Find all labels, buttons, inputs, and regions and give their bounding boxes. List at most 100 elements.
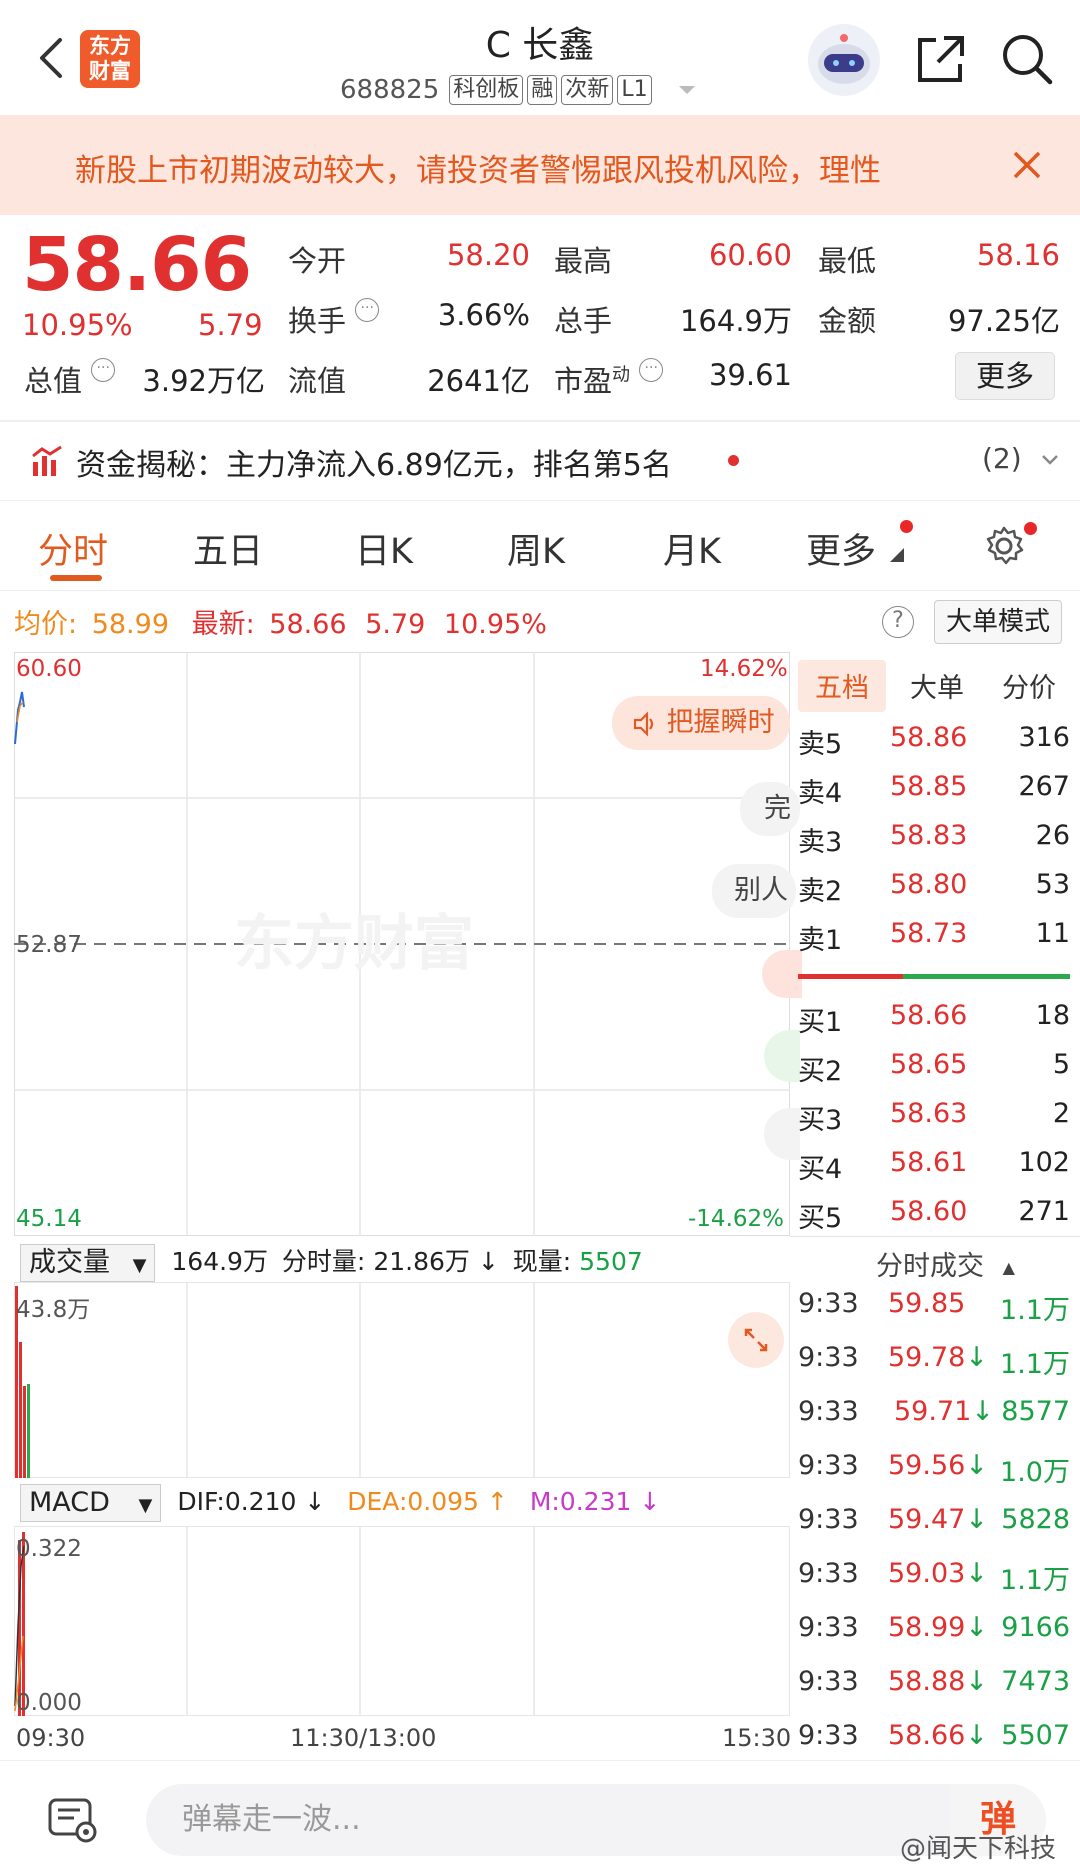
trade-arrow: ↓ [965, 1342, 988, 1373]
open-value: 58.20 [446, 238, 530, 272]
pct-axis-max: 14.62% [700, 656, 788, 682]
trade-price-value: 58.88 [888, 1666, 966, 1697]
help-icon[interactable]: ? [882, 606, 914, 638]
macd-select[interactable]: MACD ▼ [20, 1484, 162, 1522]
capital-flow-text[interactable]: 资金揭秘：主力净流入6.89亿元，排名第5名 [76, 440, 672, 484]
sell-price: 58.86 [890, 722, 968, 753]
trade-time: 9:33 [798, 1342, 859, 1373]
capital-count[interactable]: (2) [982, 442, 1061, 475]
time-axis-mid: 11:30/13:00 [290, 1724, 437, 1752]
sell-price: 58.83 [890, 820, 968, 851]
logo-line1: 东方 [89, 34, 131, 58]
high-value: 60.60 [708, 238, 792, 272]
mascot-icon[interactable] [762, 950, 802, 998]
macd-y-max: 0.322 [16, 1536, 82, 1562]
indicator-select[interactable]: 成交量 ▼ [20, 1244, 156, 1282]
sell-volume: 11 [1035, 918, 1070, 949]
stock-title: C 长鑫 [485, 25, 595, 66]
robot-avatar[interactable] [808, 24, 880, 96]
trade-time: 9:33 [798, 1558, 859, 1589]
trade-price-value: 58.99 [888, 1612, 966, 1643]
volume-label: 总手 [554, 304, 613, 338]
volume-total: 164.9万 [171, 1247, 268, 1276]
latest-value: 58.66 [269, 609, 347, 640]
active-tab-underline [50, 575, 102, 581]
dropdown-icon: ▼ [138, 1495, 153, 1516]
big-order-mode-button[interactable]: 大单模式 [934, 600, 1062, 644]
trade-price: 59.78↓ [888, 1342, 988, 1373]
up-arrow-icon: ↑ [486, 1487, 508, 1516]
sell-volume: 26 [1035, 820, 1070, 851]
volume-bar [23, 1386, 26, 1478]
trade-price-value: 59.85 [888, 1288, 966, 1319]
danmu-toggle-icon[interactable] [46, 1794, 100, 1844]
macd-header: MACD ▼ DIF:0.210 ↓ DEA:0.095 ↑ M:0.231 ↓ [20, 1484, 660, 1522]
notification-dot [900, 520, 913, 533]
info-dots-icon[interactable]: ··· [355, 298, 380, 322]
book-tab-big-order[interactable]: 大单 [910, 666, 964, 705]
trade-price-value: 59.47 [888, 1504, 966, 1535]
pe-label: 市盈动 ··· [554, 358, 664, 400]
sell-row: 卖2 58.80 53 [798, 869, 1070, 909]
trade-row: 9:33 58.88↓ 7473 [798, 1666, 1070, 1706]
sell-row: 卖4 58.85 267 [798, 771, 1070, 811]
tab-weekly-k[interactable]: 周K [507, 523, 565, 574]
back-icon[interactable] [32, 36, 72, 80]
trade-arrow: ↓ [965, 1504, 988, 1535]
sell-row: 卖5 58.86 316 [798, 722, 1070, 762]
gear-icon[interactable] [982, 524, 1026, 568]
turnover-label-text: 换手 [288, 304, 347, 338]
stock-code-row: 688825 科创板 融 次新 L1 [340, 72, 698, 108]
volume-value: 164.9万 [679, 304, 792, 338]
trade-row: 9:33 58.99↓ 9166 [798, 1612, 1070, 1652]
grab-moment-button[interactable]: 把握瞬时 [612, 696, 790, 750]
close-icon[interactable] [1010, 148, 1044, 182]
macd-dea: DEA:0.095 [347, 1487, 479, 1516]
tab-monthly-k[interactable]: 月K [663, 523, 721, 574]
trade-arrow: ↓ [965, 1450, 988, 1481]
divider [0, 420, 1080, 422]
sell-volume: 53 [1035, 869, 1070, 900]
trade-time: 9:33 [798, 1504, 859, 1535]
book-tab-price-level[interactable]: 分价 [1002, 666, 1056, 705]
info-dots-icon[interactable]: ··· [639, 358, 664, 382]
trade-arrow: ↓ [965, 1720, 988, 1751]
sell-row: 卖1 58.73 11 [798, 918, 1070, 958]
expand-button[interactable] [728, 1312, 784, 1368]
trade-arrow: ↓ [965, 1612, 988, 1643]
trade-row: 9:33 58.66↓ 5507 [798, 1720, 1070, 1760]
tab-intraday[interactable]: 分时 [38, 523, 108, 574]
volume-header: 成交量 ▼ 164.9万 分时量: 21.86万 ↓ 现量: 5507 [20, 1242, 643, 1282]
y-axis-min: 45.14 [16, 1206, 82, 1232]
speaker-icon [633, 710, 654, 737]
amount-value: 97.25亿 [947, 304, 1060, 338]
trade-volume: 1.1万 [1000, 1565, 1070, 1596]
trade-row: 9:33 59.85 1.1万 [798, 1288, 1070, 1328]
sell-volume: 267 [1018, 771, 1070, 802]
floating-pill-1[interactable]: 完 [740, 782, 800, 836]
trade-row: 9:33 59.71↓ 8577 [798, 1396, 1070, 1436]
tab-more[interactable]: 更多 [806, 523, 876, 574]
search-icon[interactable] [998, 30, 1056, 88]
buy-label: 买5 [798, 1203, 843, 1234]
source-watermark: @闻天下科技 [900, 1834, 1057, 1864]
dropdown-icon[interactable] [676, 79, 698, 101]
float-label: 流值 [288, 364, 347, 398]
floating-pill-2[interactable]: 别人 [712, 864, 796, 918]
trade-price-value: 59.56 [888, 1450, 966, 1481]
trade-row: 9:33 59.78↓ 1.1万 [798, 1342, 1070, 1382]
macd-y-min: 0.000 [16, 1690, 82, 1716]
book-tab-five-level[interactable]: 五档 [815, 666, 869, 705]
change-amount: 5.79 [198, 308, 263, 342]
trade-price: 59.71↓ [894, 1396, 994, 1427]
share-icon[interactable] [912, 30, 970, 88]
trades-header[interactable]: 分时成交 ▲ [876, 1244, 1015, 1283]
mktcap-value: 3.92万亿 [142, 364, 265, 398]
buy-row: 买2 58.65 5 [798, 1049, 1070, 1089]
tab-daily-k[interactable]: 日K [355, 523, 413, 574]
info-dots-icon[interactable]: ··· [91, 358, 116, 382]
tab-five-day[interactable]: 五日 [193, 523, 263, 574]
amount-label: 金额 [818, 304, 877, 338]
more-button[interactable]: 更多 [955, 352, 1055, 400]
tag-margin: 融 [527, 75, 558, 105]
